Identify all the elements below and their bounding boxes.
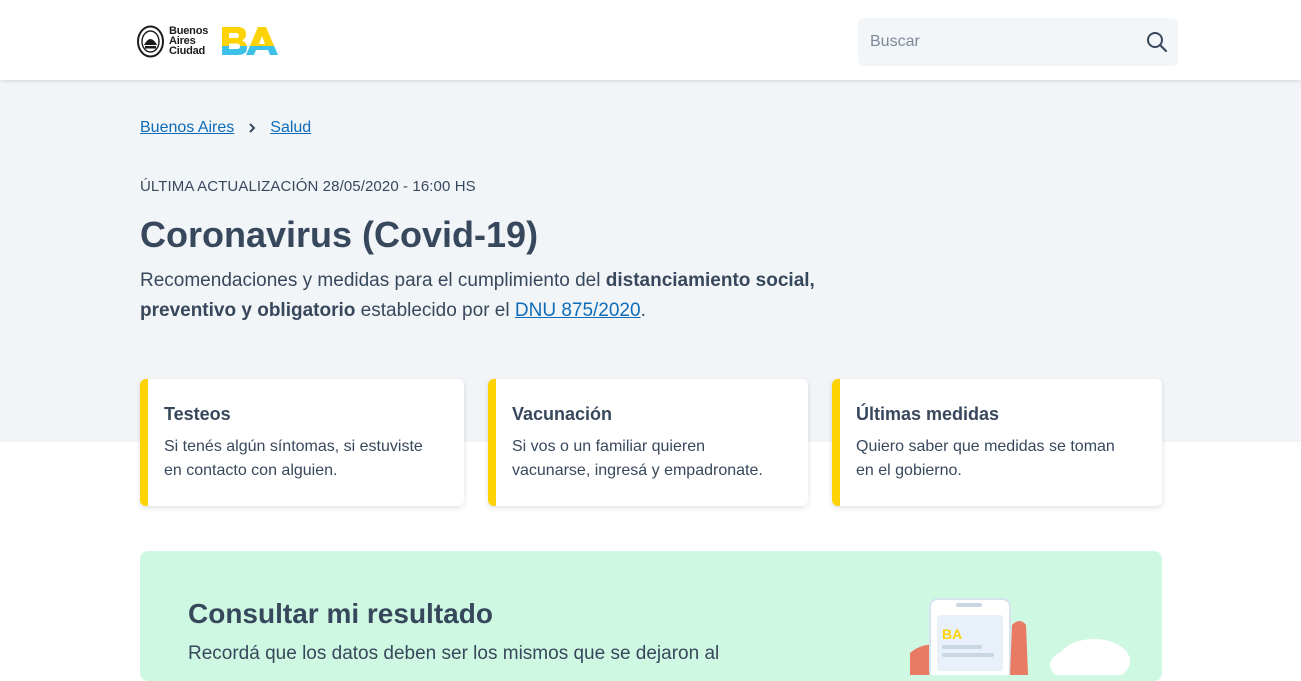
breadcrumb-link-buenos-aires[interactable]: Buenos Aires [140,119,234,137]
card-line: en contacto con alguien. [164,462,338,479]
logo-line: Ciudad [169,45,206,57]
card-title: Últimas medidas [856,404,1000,424]
card-line: en el gobierno. [856,462,962,479]
result-section: Consultar mi resultado Recordá que los d… [140,551,1162,681]
card-line: Si tenés algún síntomas, si estuviste [164,438,423,455]
card-line: Si vos o un familiar quieren [512,438,705,455]
card-title: Vacunación [512,404,613,424]
ba-logo-mark [222,27,279,55]
card-testeos[interactable]: Testeos Si tenés algún síntomas, si estu… [140,379,464,506]
city-seal-icon [137,25,164,57]
card-description: Si vos o un familiar quieren vacunarse, i… [512,435,763,483]
breadcrumb-link-salud[interactable]: Salud [270,119,311,137]
card-line: vacunarse, ingresá y empadronate. [512,462,763,479]
search-icon[interactable] [1146,31,1168,53]
search-input[interactable] [858,18,1138,66]
dnu-link[interactable]: DNU 875/2020 [515,300,641,321]
result-title: Consultar mi resultado [188,598,493,629]
illustration-ba-text: BA [942,626,962,642]
breadcrumb: Buenos Aires Salud [140,119,311,137]
lead-text: establecido por el [355,300,515,321]
card-line: Quiero saber que medidas se toman [856,438,1115,455]
result-text: Recordá que los datos deben ser los mism… [188,643,720,664]
card-vacunacion[interactable]: Vacunación Si vos o un familiar quieren v… [488,379,808,506]
logo-wordmark: Buenos Aires Ciudad [169,26,208,57]
site-logo[interactable]: Buenos Aires Ciudad [137,24,280,58]
chevron-right-icon [249,123,256,133]
lead-text: . [640,300,646,321]
last-updated: ÚLTIMA ACTUALIZACIÓN 28/05/2020 - 16:00 … [140,178,476,195]
card-ultimas-medidas[interactable]: Últimas medidas Quiero saber que medidas… [832,379,1162,506]
lead-text: Recomendaciones y medidas para el cumpli… [140,270,606,291]
card-title: Testeos [164,404,231,424]
phone-hand-illustration: BA [910,598,1130,675]
card-description: Quiero saber que medidas se toman en el g… [856,435,1115,483]
site-header: Buenos Aires Ciudad [0,0,1301,80]
page-title: Coronavirus (Covid-19) [140,214,539,255]
search-box [858,18,1178,66]
page-lead: Recomendaciones y medidas para el cumpli… [140,266,880,326]
card-description: Si tenés algún síntomas, si estuviste en … [164,435,423,483]
